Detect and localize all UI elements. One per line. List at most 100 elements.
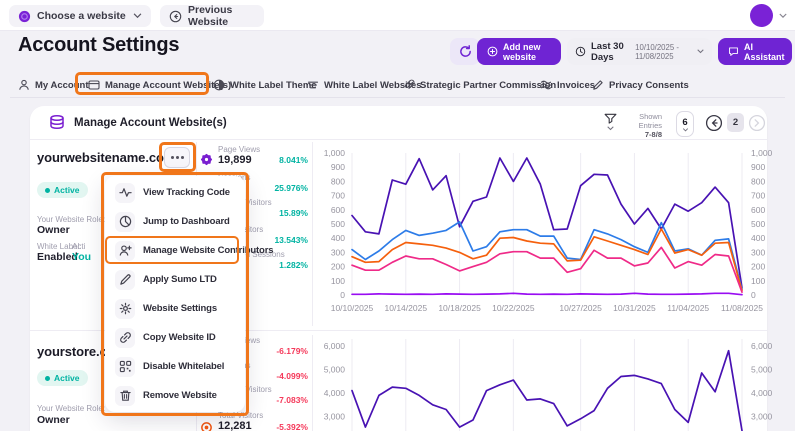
- avatar[interactable]: [750, 4, 773, 27]
- tab-label: Privacy Consents: [609, 80, 689, 91]
- date-range-value: 10/10/2025 - 11/08/2025: [635, 43, 692, 61]
- tab-invoices[interactable]: Invoices: [540, 76, 595, 94]
- menu-item-manage-website-contributors[interactable]: Manage Website Contributors: [105, 236, 245, 265]
- svg-text:10/22/2025: 10/22/2025: [492, 303, 535, 313]
- menu-item-website-settings[interactable]: Website Settings: [105, 294, 245, 323]
- column-divider: [312, 335, 313, 431]
- qr-grid-icon: [115, 357, 135, 377]
- trash-icon: [115, 386, 135, 406]
- chevron-down-icon: [133, 13, 142, 19]
- gear-icon: [115, 299, 135, 319]
- website-domain: yourwebsitename.com: [37, 150, 175, 165]
- svg-text:11/08/2025: 11/08/2025: [721, 303, 763, 313]
- page-size-value: 6: [682, 117, 687, 128]
- stat-value: 12,281: [218, 420, 252, 431]
- svg-text:700: 700: [331, 191, 345, 201]
- arrow-right-circle-icon: [748, 114, 766, 132]
- menu-item-apply-sumo-ltd[interactable]: Apply Sumo LTD: [105, 265, 245, 294]
- tab-white-label-theme[interactable]: White Label Theme: [213, 76, 317, 94]
- database-icon: [48, 113, 66, 131]
- tab-strategic-partner-commission[interactable]: Strategic Partner Commission: [403, 76, 556, 94]
- role-label: Your Website Role:: [37, 215, 105, 224]
- stat-change: -6.179%: [276, 346, 308, 356]
- add-new-website-button[interactable]: Add new website: [477, 38, 561, 65]
- date-range-label: Last 30 Days: [591, 41, 630, 63]
- role-label: Your Website Role:: [37, 404, 105, 413]
- svg-text:100: 100: [331, 276, 345, 286]
- role-value: Owner: [37, 414, 70, 426]
- stat-value: 19,899: [218, 154, 252, 166]
- date-range-picker[interactable]: Last 30 Days 10/10/2025 - 11/08/2025: [567, 38, 712, 65]
- stat-total-visitors: Total Visitors 12,281 -5.392%: [200, 411, 310, 431]
- chat-icon: [728, 46, 739, 57]
- ai-assistant-button[interactable]: AI Assistant: [718, 38, 792, 65]
- avatar-chevron-icon[interactable]: [779, 13, 787, 19]
- ai-assistant-label: AI Assistant: [744, 42, 785, 62]
- pulse-icon: [115, 183, 135, 203]
- metric-selected-icon[interactable]: [200, 421, 213, 431]
- user-icon: [18, 79, 30, 91]
- extra-label-fragment: Acti: [72, 242, 85, 251]
- choose-website-select[interactable]: Choose a website: [9, 5, 151, 27]
- pagination-prev-button[interactable]: [705, 114, 723, 132]
- svg-text:3,000: 3,000: [324, 412, 346, 422]
- traffic-chart-row1: 10/10/202510/14/202510/18/202510/22/2025…: [316, 140, 790, 326]
- svg-text:900: 900: [751, 162, 765, 172]
- pagination-current-page: 2: [727, 113, 744, 132]
- svg-text:0: 0: [751, 290, 756, 300]
- menu-item-remove-website[interactable]: Remove Website: [105, 381, 245, 410]
- stat-label: Page Views: [218, 145, 260, 154]
- clock-icon: [575, 46, 586, 57]
- svg-text:400: 400: [751, 233, 765, 243]
- menu-item-view-tracking-code[interactable]: View Tracking Code: [105, 178, 245, 207]
- svg-text:800: 800: [331, 176, 345, 186]
- row-actions-button[interactable]: [164, 147, 190, 168]
- paperclip-icon: [403, 79, 415, 91]
- choose-website-label: Choose a website: [37, 10, 127, 22]
- menu-item-jump-to-dashboard[interactable]: Jump to Dashboard: [105, 207, 245, 236]
- svg-text:800: 800: [751, 176, 765, 186]
- menu-item-copy-website-id[interactable]: Copy Website ID: [105, 323, 245, 352]
- svg-text:10/27/2025: 10/27/2025: [559, 303, 602, 313]
- link-icon: [115, 328, 135, 348]
- svg-text:500: 500: [751, 219, 765, 229]
- svg-text:4,000: 4,000: [324, 388, 346, 398]
- svg-text:1,000: 1,000: [324, 148, 346, 158]
- page-size-select[interactable]: 6: [676, 111, 694, 137]
- status-badge: Active: [37, 182, 88, 198]
- arrow-left-circle-icon: [169, 10, 182, 23]
- tab-manage-account-websites[interactable]: Manage Account Website(s): [88, 76, 231, 94]
- shown-entries-value: 7-8/8: [645, 130, 662, 139]
- extra-value-fragment: You: [72, 251, 91, 263]
- svg-text:5,000: 5,000: [751, 365, 773, 375]
- svg-text:300: 300: [751, 247, 765, 257]
- svg-text:6,000: 6,000: [751, 341, 773, 351]
- column-divider: [312, 142, 313, 326]
- tab-privacy-consents[interactable]: Privacy Consents: [592, 76, 689, 94]
- tab-label: White Label Theme: [230, 80, 317, 91]
- refresh-button[interactable]: [450, 38, 480, 65]
- svg-text:1,000: 1,000: [751, 148, 773, 158]
- svg-text:10/14/2025: 10/14/2025: [385, 303, 428, 313]
- chevron-down-icon: [682, 128, 689, 132]
- previous-website-button[interactable]: Previous Website: [160, 5, 264, 27]
- page-title: Account Settings: [18, 34, 179, 57]
- pen-icon: [592, 79, 604, 91]
- menu-item-disable-whitelabel[interactable]: Disable Whitelabel: [105, 352, 245, 381]
- refresh-icon: [459, 45, 472, 58]
- svg-text:400: 400: [331, 233, 345, 243]
- tab-label: My Account: [35, 80, 88, 91]
- svg-text:600: 600: [331, 205, 345, 215]
- topbar: Choose a website Previous Website: [0, 0, 795, 31]
- half-circle-icon: [213, 79, 225, 91]
- pagination-next-button[interactable]: [748, 114, 766, 132]
- metric-selected-icon[interactable]: [200, 153, 213, 166]
- chevron-down-icon: [607, 126, 614, 131]
- stat-page-views: Page Views 19,899 8.041%: [200, 145, 310, 171]
- browser-icon: [88, 79, 100, 91]
- svg-text:200: 200: [331, 262, 345, 272]
- svg-text:900: 900: [331, 162, 345, 172]
- tab-my-account[interactable]: My Account: [18, 76, 88, 94]
- svg-text:0: 0: [340, 290, 345, 300]
- user-plus-icon: [115, 241, 135, 261]
